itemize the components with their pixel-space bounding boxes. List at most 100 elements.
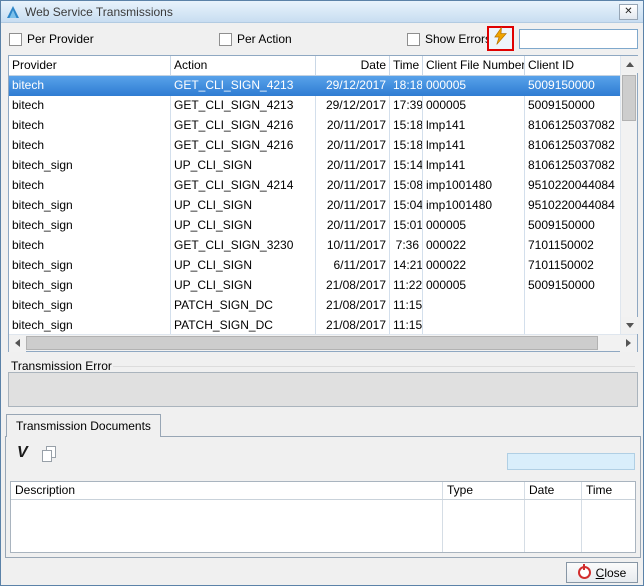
scroll-right-icon [626,339,631,347]
cell: 21/08/2017 [316,276,390,296]
app-icon [6,5,20,19]
cell: 5009150000 [525,276,620,296]
empty-column [11,500,443,552]
table-row[interactable]: bitech_signUP_CLI_SIGN6/11/201714:210000… [9,256,620,276]
cell: 5009150000 [525,216,620,236]
cell: bitech_sign [9,296,171,316]
checkbox-show-errors[interactable]: Show Errors [407,32,491,46]
cell: lmp141 [423,116,525,136]
cell: 11:15 [390,296,423,316]
cell: 20/11/2017 [316,196,390,216]
cell: 18:18 [390,76,423,96]
column-header-date[interactable]: Date [525,482,582,499]
cell: bitech [9,236,171,256]
column-header-action[interactable]: Action [171,56,316,75]
table-row[interactable]: bitechGET_CLI_SIGN_421329/12/201717:3900… [9,96,620,116]
titlebar[interactable]: Web Service Transmissions ✕ [1,1,643,23]
close-icon: ✕ [624,6,632,17]
cell: bitech_sign [9,316,171,334]
cell: UP_CLI_SIGN [171,216,316,236]
documents-table-header: Description Type Date Time [11,482,635,500]
transmission-error-label: Transmission Error [11,359,112,373]
cell: UP_CLI_SIGN [171,156,316,176]
table-row[interactable]: bitech_signUP_CLI_SIGN21/08/201711:22000… [9,276,620,296]
tab-transmission-documents[interactable]: Transmission Documents [6,414,161,437]
checkbox-label: Per Provider [27,32,94,46]
table-row[interactable]: bitechGET_CLI_SIGN_421620/11/201715:18lm… [9,136,620,156]
empty-column [443,500,525,552]
column-header-date[interactable]: Date [316,56,390,75]
table-row[interactable]: bitechGET_CLI_SIGN_421620/11/201715:18lm… [9,116,620,136]
cell: 14:21 [390,256,423,276]
cell: bitech [9,136,171,156]
grid-header: Provider Action Date Time Client File Nu… [9,56,637,76]
cell: bitech [9,76,171,96]
column-header-time[interactable]: Time [390,56,423,75]
transmission-documents-panel: V Description Type Date Time [5,436,641,558]
cell: imp1001480 [423,196,525,216]
horizontal-scroll-thumb[interactable] [26,336,598,350]
scroll-right-button[interactable] [620,335,637,352]
transmissions-search-input[interactable] [519,29,638,49]
cell: 15:18 [390,136,423,156]
window-close-button[interactable]: ✕ [619,4,638,20]
horizontal-scrollbar[interactable] [9,334,637,351]
cell: 000005 [423,96,525,116]
cell: 9510220044084 [525,176,620,196]
column-header-type[interactable]: Type [443,482,525,499]
table-row[interactable]: bitech_signUP_CLI_SIGN20/11/201715:04imp… [9,196,620,216]
vertical-scrollbar[interactable] [620,56,637,334]
cell: GET_CLI_SIGN_3230 [171,236,316,256]
column-header-client-file-number[interactable]: Client File Number [423,56,525,75]
validate-button[interactable]: V [17,444,28,462]
cell: 15:04 [390,196,423,216]
refresh-button[interactable] [487,26,514,51]
table-row[interactable]: bitech_signPATCH_SIGN_DC21/08/201711:15 [9,296,620,316]
column-header-time[interactable]: Time [582,482,635,499]
cell: GET_CLI_SIGN_4216 [171,136,316,156]
table-row[interactable]: bitechGET_CLI_SIGN_421420/11/201715:08im… [9,176,620,196]
cell: bitech_sign [9,256,171,276]
cell: UP_CLI_SIGN [171,196,316,216]
table-row[interactable]: bitech_signUP_CLI_SIGN20/11/201715:01000… [9,216,620,236]
table-row[interactable]: bitechGET_CLI_SIGN_323010/11/20177:36000… [9,236,620,256]
cell: GET_CLI_SIGN_4214 [171,176,316,196]
cell: lmp141 [423,156,525,176]
checkbox-box[interactable] [9,33,22,46]
cell: 20/11/2017 [316,216,390,236]
window-title: Web Service Transmissions [25,5,173,19]
scroll-left-button[interactable] [9,335,26,352]
cell: 8106125037082 [525,156,620,176]
table-row[interactable]: bitech_signUP_CLI_SIGN20/11/201715:14lmp… [9,156,620,176]
cell: PATCH_SIGN_DC [171,316,316,334]
table-row[interactable]: bitech_signPATCH_SIGN_DC21/08/201711:15 [9,316,620,334]
cell: 15:18 [390,116,423,136]
table-row[interactable]: bitechGET_CLI_SIGN_421329/12/201718:1800… [9,76,620,96]
vertical-scroll-thumb[interactable] [622,75,636,121]
documents-table: Description Type Date Time [10,481,636,553]
close-button[interactable]: Close [566,562,638,583]
checkbox-box[interactable] [219,33,232,46]
scroll-up-button[interactable] [621,56,638,73]
column-header-provider[interactable]: Provider [9,56,171,75]
cell: bitech_sign [9,156,171,176]
empty-column [525,500,582,552]
scroll-down-icon [626,323,634,328]
cell: GET_CLI_SIGN_4216 [171,116,316,136]
checkbox-per-action[interactable]: Per Action [219,32,292,46]
cell: 7:36 [390,236,423,256]
cell [423,296,525,316]
dialog-web-service-transmissions: Web Service Transmissions ✕ Per Provider… [0,0,644,586]
column-header-description[interactable]: Description [11,482,443,499]
checkbox-per-provider[interactable]: Per Provider [9,32,94,46]
cell: UP_CLI_SIGN [171,256,316,276]
cell: 20/11/2017 [316,136,390,156]
checkbox-box[interactable] [407,33,420,46]
cell: 20/11/2017 [316,116,390,136]
copy-button[interactable] [42,446,58,463]
documents-filter-input[interactable] [507,453,635,470]
cell: 8106125037082 [525,136,620,156]
scroll-down-button[interactable] [621,317,638,334]
cell: 20/11/2017 [316,156,390,176]
column-header-client-id[interactable]: Client ID [525,56,620,75]
